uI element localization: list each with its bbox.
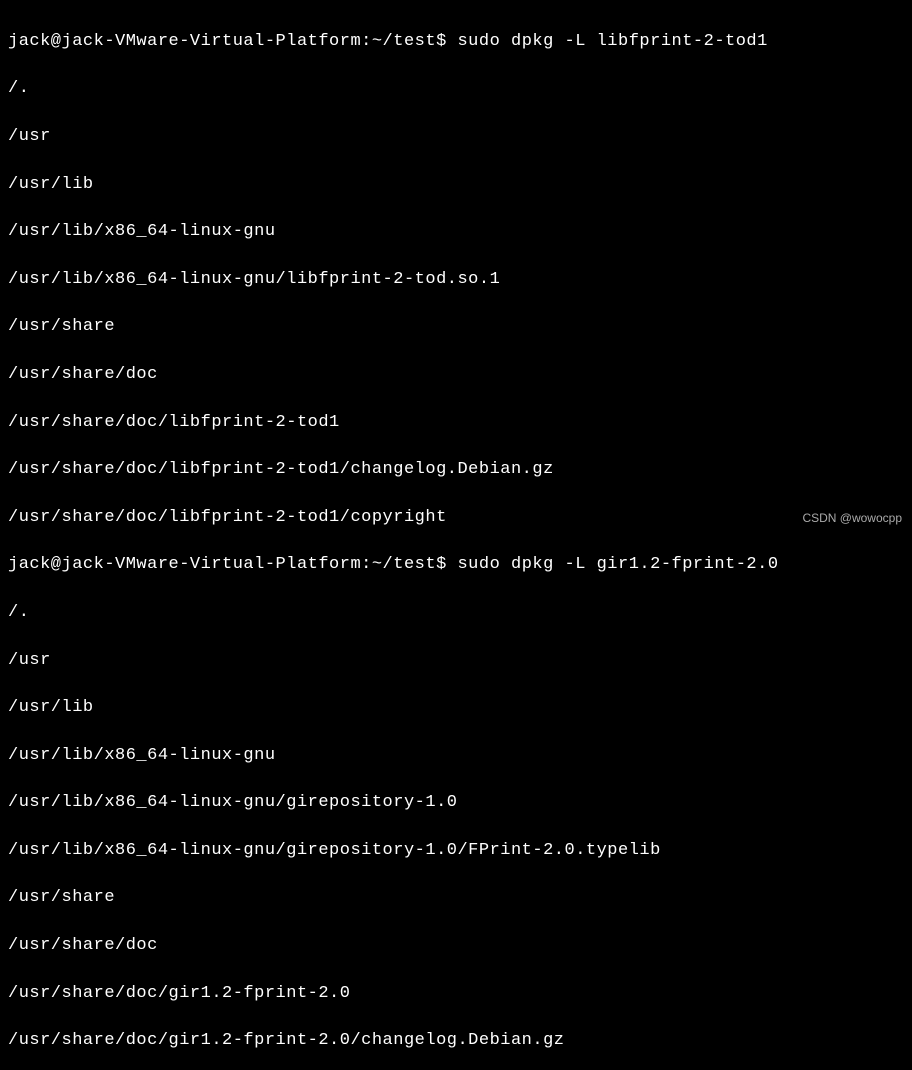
prompt: jack@jack-VMware-Virtual-Platform:~/test… xyxy=(8,32,457,51)
output-line: /usr/share/doc/libfprint-2-tod1/copyrigh… xyxy=(8,506,904,530)
output-line: /usr/lib/x86_64-linux-gnu/girepository-1… xyxy=(8,839,904,863)
watermark-text: CSDN @wowocpp xyxy=(802,510,902,527)
output-line: /. xyxy=(8,601,904,625)
output-line: /usr/share/doc xyxy=(8,363,904,387)
output-line: /. xyxy=(8,77,904,101)
output-line: /usr xyxy=(8,125,904,149)
command-text: sudo dpkg -L gir1.2-fprint-2.0 xyxy=(457,555,778,574)
command-line-1: jack@jack-VMware-Virtual-Platform:~/test… xyxy=(8,30,904,54)
output-line: /usr/lib/x86_64-linux-gnu xyxy=(8,744,904,768)
command-text: sudo dpkg -L libfprint-2-tod1 xyxy=(457,32,767,51)
output-line: /usr/share/doc/gir1.2-fprint-2.0/changel… xyxy=(8,1029,904,1053)
output-line: /usr xyxy=(8,649,904,673)
terminal-output[interactable]: jack@jack-VMware-Virtual-Platform:~/test… xyxy=(8,6,904,1070)
output-line: /usr/lib/x86_64-linux-gnu/girepository-1… xyxy=(8,791,904,815)
prompt: jack@jack-VMware-Virtual-Platform:~/test… xyxy=(8,555,457,574)
output-line: /usr/share/doc xyxy=(8,934,904,958)
output-line: /usr/lib xyxy=(8,696,904,720)
command-line-2: jack@jack-VMware-Virtual-Platform:~/test… xyxy=(8,553,904,577)
output-line: /usr/share xyxy=(8,315,904,339)
output-line: /usr/share/doc/libfprint-2-tod1/changelo… xyxy=(8,458,904,482)
output-line: /usr/lib/x86_64-linux-gnu/libfprint-2-to… xyxy=(8,268,904,292)
output-line: /usr/lib/x86_64-linux-gnu xyxy=(8,220,904,244)
output-line: /usr/share/doc/gir1.2-fprint-2.0 xyxy=(8,982,904,1006)
output-line: /usr/share/doc/libfprint-2-tod1 xyxy=(8,411,904,435)
output-line: /usr/share xyxy=(8,886,904,910)
output-line: /usr/lib xyxy=(8,173,904,197)
